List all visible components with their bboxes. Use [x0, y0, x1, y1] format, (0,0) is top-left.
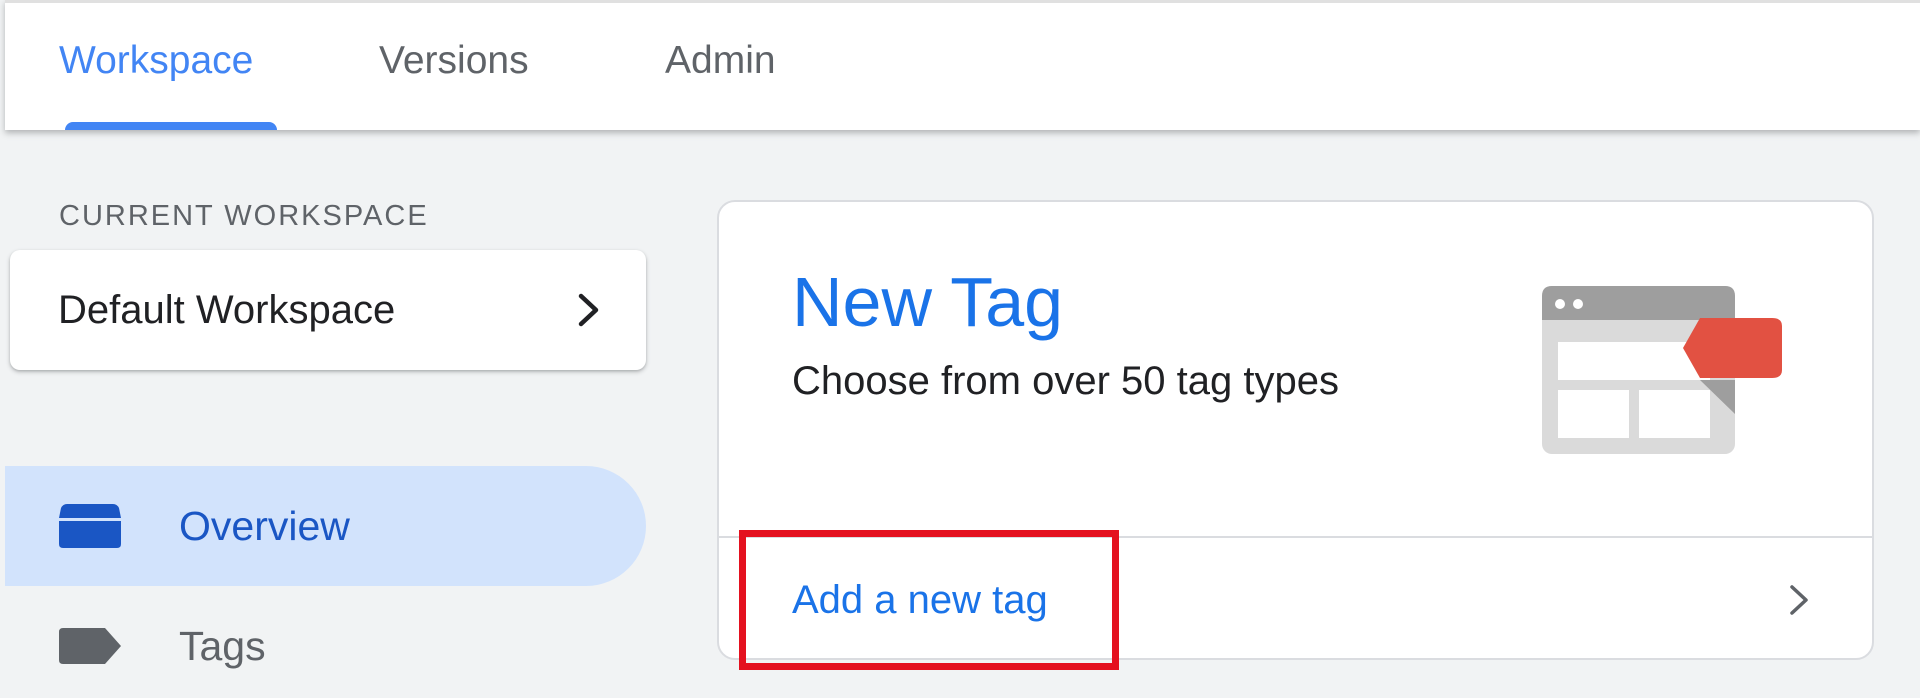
- sidebar-item-overview[interactable]: Overview: [5, 466, 646, 586]
- add-new-tag-row[interactable]: Add a new tag: [719, 538, 1872, 658]
- chevron-right-icon: [578, 293, 599, 327]
- overview-icon: [59, 504, 121, 548]
- sidebar-item-tags[interactable]: Tags: [5, 586, 646, 698]
- tab-versions[interactable]: Versions: [379, 37, 529, 85]
- chevron-right-icon: [1790, 585, 1808, 615]
- tag-icon: [59, 628, 121, 664]
- card-title: New Tag: [792, 263, 1064, 341]
- workspace-selector[interactable]: Default Workspace: [10, 250, 646, 370]
- active-tab-indicator: [65, 122, 277, 130]
- tab-admin[interactable]: Admin: [665, 37, 776, 85]
- tag-browser-illustration-icon: [1542, 286, 1782, 454]
- current-workspace-label: CURRENT WORKSPACE: [59, 200, 429, 232]
- tab-workspace[interactable]: Workspace: [59, 37, 253, 85]
- add-new-tag-link[interactable]: Add a new tag: [792, 538, 1048, 658]
- sidebar-item-label: Tags: [179, 623, 266, 669]
- new-tag-card: New Tag Choose from over 50 tag types Ad…: [717, 200, 1874, 660]
- top-tab-bar: Workspace Versions Admin: [5, 0, 1920, 130]
- card-subtitle: Choose from over 50 tag types: [792, 359, 1339, 403]
- sidebar-item-label: Overview: [179, 503, 350, 549]
- workspace-name: Default Workspace: [58, 288, 396, 332]
